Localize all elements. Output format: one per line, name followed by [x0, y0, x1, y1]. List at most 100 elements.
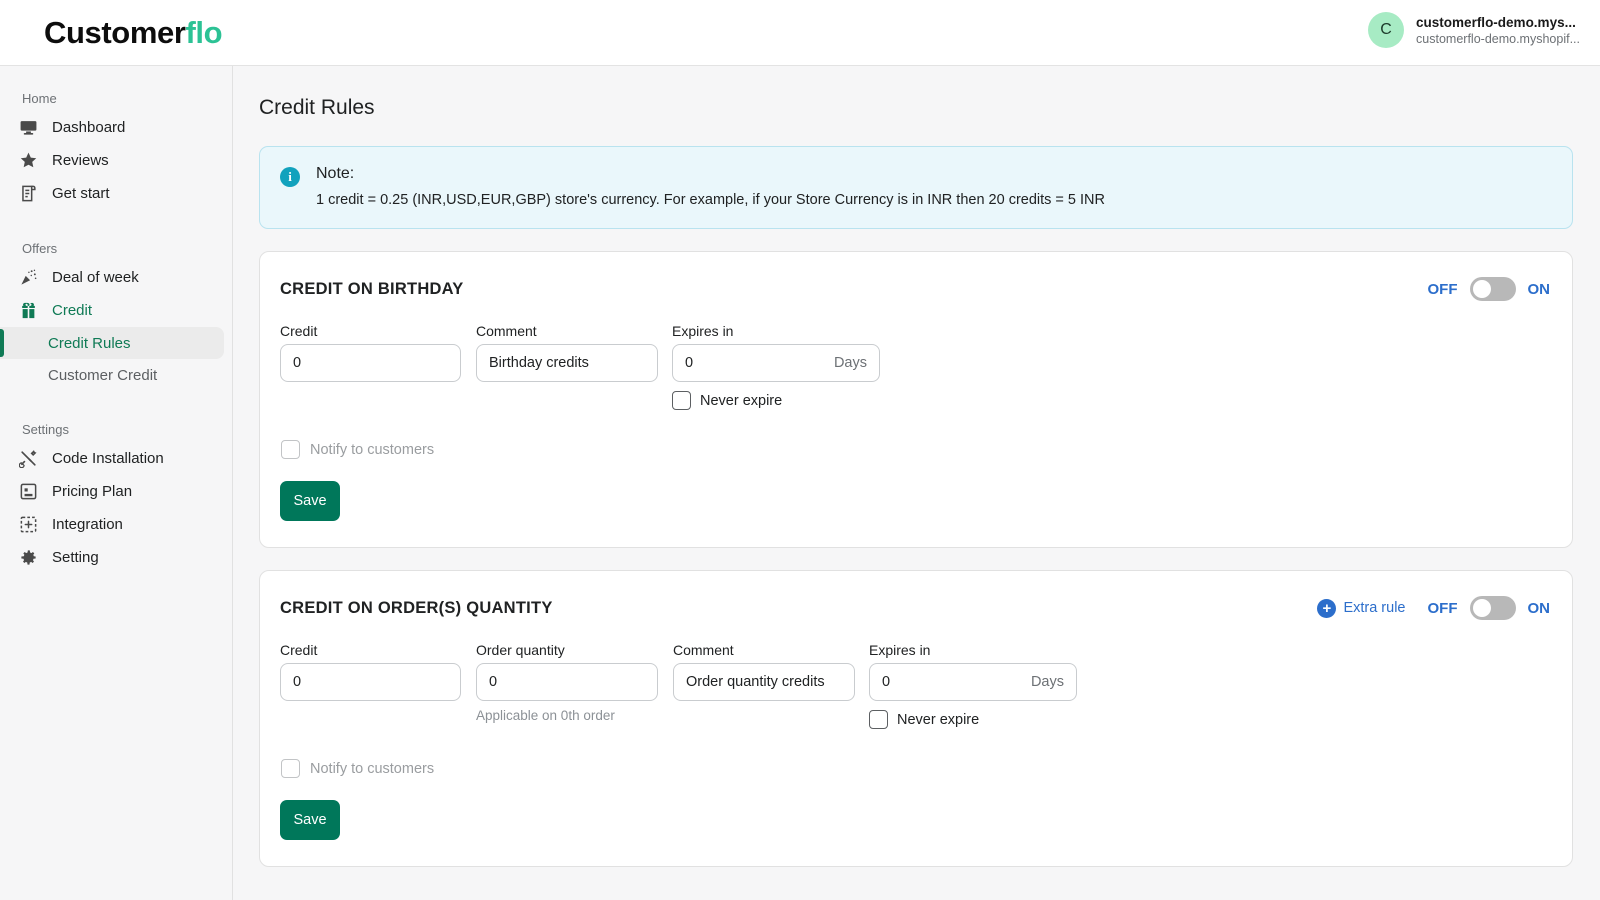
- order-quantity-comment-input[interactable]: Order quantity credits: [673, 663, 855, 701]
- order-quantity-expires-input[interactable]: 0 Days: [869, 663, 1077, 701]
- order-quantity-never-expire-checkbox[interactable]: [869, 710, 888, 729]
- sidebar-item-code-installation[interactable]: Code Installation: [0, 442, 224, 475]
- toggle-on-label: ON: [1527, 280, 1551, 298]
- sidebar-item-label: Setting: [52, 549, 99, 566]
- card-header-actions: + Extra rule OFF ON: [1317, 596, 1550, 620]
- birthday-enable-toggle-group: OFF ON: [1428, 277, 1551, 301]
- integration-icon: [18, 514, 39, 535]
- sidebar-item-label: Code Installation: [52, 450, 164, 467]
- sidebar-group-home: Home: [22, 91, 57, 106]
- info-icon: i: [280, 167, 300, 187]
- sidebar-group-offers: Offers: [22, 241, 58, 256]
- tools-icon: [18, 448, 39, 469]
- sidebar-item-label: Credit: [52, 302, 93, 319]
- birthday-fields-row: Credit 0 Comment Birthday credits Expire…: [280, 323, 1550, 410]
- order-quantity-notify-checkbox[interactable]: [281, 759, 300, 778]
- birthday-expires-input[interactable]: 0 Days: [672, 344, 880, 382]
- main-content: Credit Rules i Note: 1 credit = 0.25 (IN…: [233, 66, 1600, 900]
- sidebar-item-dashboard[interactable]: Dashboard: [0, 111, 224, 144]
- sidebar-item-credit-rules[interactable]: Credit Rules: [0, 327, 224, 359]
- avatar: C: [1368, 12, 1405, 48]
- order-quantity-enable-toggle-group: OFF ON: [1427, 596, 1550, 620]
- birthday-comment-input[interactable]: Birthday credits: [476, 344, 658, 382]
- top-bar: Customerflo C customerflo-demo.mys... cu…: [0, 0, 1600, 66]
- birthday-notify-row: Notify to customers: [281, 440, 1550, 459]
- sidebar-item-label: Reviews: [52, 152, 109, 169]
- sidebar-item-label: Pricing Plan: [52, 483, 133, 500]
- input-value: 0: [489, 674, 498, 690]
- birthday-never-expire-row: Never expire: [672, 391, 880, 410]
- birthday-save-button[interactable]: Save: [280, 481, 340, 521]
- order-quantity-credit-field: Credit 0: [280, 642, 461, 701]
- input-value: 0: [882, 674, 891, 690]
- card-header: CREDIT ON BIRTHDAY OFF ON: [280, 277, 1550, 301]
- order-quantity-save-button[interactable]: Save: [280, 800, 340, 840]
- sidebar-item-label: Integration: [52, 516, 123, 533]
- field-label: Comment: [476, 323, 537, 339]
- sidebar-item-credit[interactable]: Credit: [0, 294, 224, 327]
- gear-icon: [18, 547, 39, 568]
- field-label: Credit: [280, 642, 318, 658]
- sidebar-item-get-start[interactable]: Get start: [0, 177, 224, 210]
- toggle-knob: [1472, 280, 1491, 298]
- order-quantity-notify-row: Notify to customers: [281, 759, 1550, 778]
- birthday-credit-input[interactable]: 0: [280, 344, 461, 382]
- page-title: Credit Rules: [259, 96, 375, 119]
- extra-rule-button[interactable]: + Extra rule: [1317, 598, 1406, 618]
- field-label: Credit: [280, 323, 318, 339]
- checkbox-label: Notify to customers: [310, 441, 435, 458]
- sidebar-item-reviews[interactable]: Reviews: [0, 144, 224, 177]
- gift-icon: [18, 300, 39, 321]
- order-quantity-helper-text: Applicable on 0th order: [476, 708, 615, 723]
- card-header: CREDIT ON ORDER(S) QUANTITY + Extra rule…: [280, 596, 1550, 620]
- card-title: CREDIT ON ORDER(S) QUANTITY: [280, 598, 553, 617]
- input-suffix-days: Days: [833, 355, 867, 371]
- order-quantity-credit-input[interactable]: 0: [280, 663, 461, 701]
- checkbox-label: Notify to customers: [310, 760, 435, 777]
- app-logo[interactable]: Customerflo: [44, 14, 223, 51]
- credit-on-order-quantity-card: CREDIT ON ORDER(S) QUANTITY + Extra rule…: [259, 570, 1573, 867]
- order-quantity-never-expire-row: Never expire: [869, 710, 1077, 729]
- order-quantity-quantity-input[interactable]: 0: [476, 663, 658, 701]
- field-label: Expires in: [869, 642, 931, 658]
- scroll-icon: [18, 183, 39, 204]
- sidebar-item-label: Get start: [52, 185, 110, 202]
- birthday-expires-field: Expires in 0 Days Never expire: [672, 323, 880, 410]
- input-value: 0: [293, 355, 302, 371]
- account-name: customerflo-demo.mys...: [1416, 14, 1576, 30]
- account-shop-domain: customerflo-demo.myshopif...: [1416, 31, 1580, 46]
- credit-on-birthday-card: CREDIT ON BIRTHDAY OFF ON Credit 0 Comme…: [259, 251, 1573, 548]
- sidebar-group-settings: Settings: [22, 422, 69, 437]
- field-label: Order quantity: [476, 642, 565, 658]
- sidebar-item-pricing-plan[interactable]: Pricing Plan: [0, 475, 224, 508]
- logo-text-primary: Customer: [44, 14, 186, 50]
- account-labels: customerflo-demo.mys... customerflo-demo…: [1416, 15, 1580, 46]
- note-title: Note:: [316, 165, 355, 182]
- sidebar-item-integration[interactable]: Integration: [0, 508, 224, 541]
- note-banner: i Note: 1 credit = 0.25 (INR,USD,EUR,GBP…: [259, 146, 1573, 229]
- order-quantity-enable-toggle[interactable]: [1469, 596, 1516, 620]
- input-value: Birthday credits: [489, 355, 589, 371]
- birthday-credit-field: Credit 0: [280, 323, 461, 382]
- sidebar-item-setting[interactable]: Setting: [0, 541, 224, 574]
- sidebar-item-deal-of-week[interactable]: Deal of week: [0, 261, 224, 294]
- star-icon: [18, 150, 39, 171]
- order-quantity-expires-field: Expires in 0 Days Never expire: [869, 642, 1077, 729]
- extra-rule-label: Extra rule: [1343, 600, 1406, 616]
- checkbox-label: Never expire: [700, 392, 783, 409]
- sidebar-item-customer-credit[interactable]: Customer Credit: [0, 359, 224, 391]
- field-label: Comment: [673, 642, 734, 658]
- input-value: Order quantity credits: [686, 674, 825, 690]
- account-menu[interactable]: C customerflo-demo.mys... customerflo-de…: [1368, 12, 1580, 48]
- field-label: Expires in: [672, 323, 734, 339]
- sidebar: Home Dashboard Reviews Get start Offers …: [0, 66, 233, 900]
- birthday-never-expire-checkbox[interactable]: [672, 391, 691, 410]
- sidebar-subitem-label: Customer Credit: [48, 366, 158, 384]
- birthday-notify-checkbox[interactable]: [281, 440, 300, 459]
- order-quantity-comment-field: Comment Order quantity credits: [673, 642, 855, 701]
- birthday-enable-toggle[interactable]: [1469, 277, 1516, 301]
- toggle-knob: [1472, 599, 1491, 617]
- toggle-off-label: OFF: [1427, 599, 1458, 617]
- sidebar-subitem-label: Credit Rules: [48, 334, 131, 352]
